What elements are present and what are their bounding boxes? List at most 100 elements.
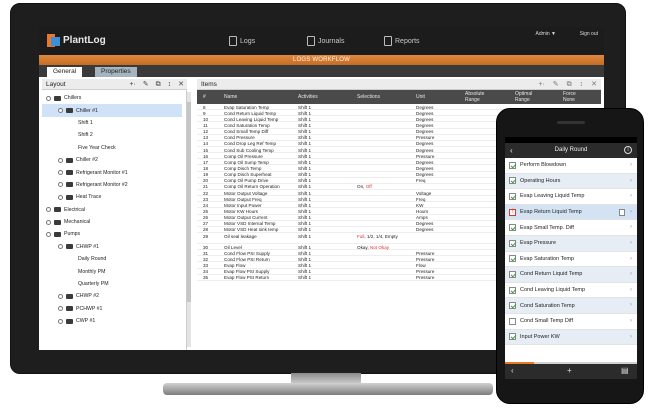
cell-name: Evap Saturation Temp [224, 104, 270, 110]
tree-node[interactable]: Five Year Check [42, 142, 182, 154]
delete-icon[interactable]: ✕ [591, 79, 597, 90]
tree-node[interactable]: Refrigerant Monitor #2 [42, 179, 182, 191]
expand-icon[interactable] [58, 157, 63, 163]
checkbox-icon[interactable] [509, 161, 516, 169]
tree-node[interactable]: Daily Round [42, 253, 182, 265]
checklist-item[interactable]: Cond Leaving Liquid Temp › [505, 283, 637, 299]
list-icon[interactable]: ▤ [621, 366, 629, 375]
checklist-item[interactable]: Cond Small Temp Diff › [505, 314, 637, 330]
checklist-item[interactable]: Perform Blowdown › [505, 158, 637, 174]
col-number[interactable]: # [203, 94, 206, 101]
col-name[interactable]: Name [224, 94, 237, 101]
copy-icon[interactable]: ⧉ [567, 79, 572, 90]
cell-n: 11 [203, 123, 208, 129]
col-absolute-range[interactable]: Absolute Range [465, 91, 495, 103]
delete-icon[interactable]: ✕ [178, 79, 184, 90]
tree-node-label: Mechanical [64, 219, 91, 226]
checklist-item[interactable]: Evap Return Liquid Temp › [505, 204, 637, 221]
tree-node[interactable]: Shift 2 [42, 129, 182, 141]
phone-title: Daily Round [554, 147, 588, 153]
app-logo[interactable]: PlantLog [47, 34, 106, 47]
expand-icon[interactable] [46, 95, 51, 101]
tree-node[interactable]: PCHWP #1 [42, 303, 182, 315]
move-icon[interactable]: ↕ [580, 79, 584, 90]
tree-node[interactable]: Pumps [42, 228, 182, 240]
col-selections[interactable]: Selections [357, 94, 380, 101]
sign-out-link[interactable]: Sign out [580, 31, 598, 37]
admin-menu[interactable]: Admin ▼ [535, 31, 556, 37]
checkbox-icon[interactable] [509, 270, 516, 278]
checkbox-icon[interactable] [509, 192, 516, 200]
checkbox-icon[interactable] [509, 286, 516, 294]
checklist-item[interactable]: Evap Saturation Temp › [505, 252, 637, 268]
expand-icon[interactable] [46, 231, 51, 237]
checkbox-icon[interactable] [509, 239, 516, 247]
add-icon[interactable]: +· [538, 79, 544, 90]
checkbox-icon[interactable] [509, 177, 516, 185]
note-icon[interactable] [619, 208, 625, 216]
tab-properties[interactable]: Properties [95, 67, 137, 77]
tree-node[interactable]: CWP #1 [42, 315, 182, 327]
checkbox-icon[interactable] [509, 333, 516, 341]
tree-node[interactable]: Heat Trace [42, 191, 182, 203]
move-icon[interactable]: ↕ [168, 79, 172, 90]
tree-node[interactable]: Chiller #2 [42, 154, 182, 166]
tree-node[interactable]: Chiller #1 [42, 104, 182, 117]
checklist-item[interactable]: Cond Saturation Temp › [505, 298, 637, 314]
expand-icon[interactable] [58, 244, 63, 250]
edit-icon[interactable]: ✎ [143, 79, 149, 90]
add-button[interactable]: + [567, 366, 572, 375]
checklist-item[interactable]: Operating Hours › [505, 173, 637, 190]
checkbox-icon[interactable] [509, 224, 516, 232]
tree-node[interactable]: Quarterly PM [42, 278, 182, 290]
layout-scrollbar[interactable] [187, 92, 191, 347]
col-force-none[interactable]: Force None [563, 91, 589, 103]
expand-icon[interactable] [58, 318, 63, 324]
nav-tab-journals[interactable]: Journals [307, 36, 344, 46]
checklist-item[interactable]: Evap Leaving Liquid Temp › [505, 189, 637, 205]
expand-icon[interactable] [58, 293, 63, 299]
tree-node[interactable]: CHWP #2 [42, 290, 182, 302]
expand-icon[interactable] [46, 207, 51, 213]
nav-tab-logs[interactable]: Logs [229, 36, 255, 46]
edit-icon[interactable]: ✎ [553, 79, 559, 90]
col-activities[interactable]: Activities [298, 94, 318, 101]
add-icon[interactable]: +· [129, 79, 135, 90]
scroll-thumb[interactable] [187, 102, 191, 302]
expand-icon[interactable] [58, 194, 63, 200]
cell-unit: Degrees [416, 116, 434, 122]
logs-icon [229, 36, 237, 46]
col-optimal-range[interactable]: Optimal Range [515, 91, 545, 103]
checkbox-icon[interactable] [509, 317, 516, 325]
tree-node-label: Shift 1 [78, 119, 93, 126]
tab-general[interactable]: General [47, 67, 83, 77]
checklist-item[interactable]: Input Power KW › [505, 329, 637, 346]
checkbox-icon[interactable] [509, 302, 516, 310]
nav-tab-reports[interactable]: Reports [384, 36, 420, 46]
expand-icon[interactable] [58, 182, 63, 188]
phone-speaker [557, 121, 585, 124]
expand-icon[interactable] [58, 306, 63, 312]
checklist-item[interactable]: Cond Return Liquid Temp › [505, 267, 637, 283]
info-icon[interactable]: i [624, 146, 632, 154]
items-title: Items [201, 81, 217, 88]
expand-icon[interactable] [58, 170, 63, 176]
expand-icon[interactable] [46, 219, 51, 225]
back-button[interactable]: ‹ [511, 366, 514, 375]
expand-icon[interactable] [58, 108, 63, 114]
tree-node[interactable]: Shift 1 [42, 117, 182, 129]
col-unit[interactable]: Unit [416, 94, 425, 101]
alert-checkbox-icon[interactable] [509, 208, 516, 216]
checklist-item[interactable]: Evap Small Temp. Diff › [505, 220, 637, 236]
cell-n: 13 [203, 135, 209, 141]
tree-node[interactable]: Monthly PM [42, 265, 182, 277]
tree-node[interactable]: Refrigerant Monitor #1 [42, 166, 182, 178]
checkbox-icon[interactable] [509, 255, 516, 263]
tree-node[interactable]: CHWP #1 [42, 241, 182, 253]
checklist-item[interactable]: Evap Pressure › [505, 235, 637, 252]
copy-icon[interactable]: ⧉ [156, 79, 161, 90]
tree-node[interactable]: Mechanical [42, 216, 182, 228]
back-icon[interactable]: ‹ [510, 143, 513, 158]
tree-node[interactable]: Chillers [42, 92, 182, 104]
tree-node[interactable]: Electrical [42, 204, 182, 216]
